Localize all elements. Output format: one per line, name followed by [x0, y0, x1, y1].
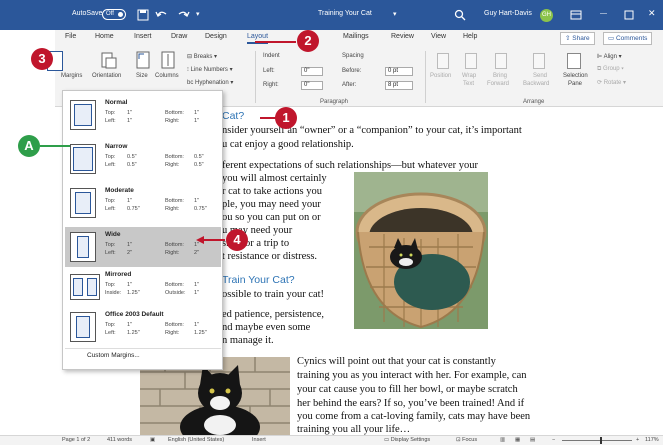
- callout-2: 2: [297, 30, 319, 52]
- zoom-slider[interactable]: [562, 440, 632, 441]
- language-status[interactable]: English (United States): [168, 437, 224, 443]
- focus-button[interactable]: ⊡ Focus: [456, 437, 477, 443]
- web-layout-icon[interactable]: ▤: [530, 437, 535, 443]
- zoom-level[interactable]: 117%: [645, 437, 659, 443]
- proofing-icon[interactable]: ▣: [150, 437, 155, 443]
- zoom-in-icon[interactable]: +: [636, 437, 639, 443]
- page-count[interactable]: Page 1 of 2: [62, 437, 90, 443]
- display-settings-button[interactable]: ▭ Display Settings: [384, 437, 430, 443]
- zoom-out-icon[interactable]: −: [552, 437, 555, 443]
- insert-mode-status[interactable]: Insert: [252, 437, 266, 443]
- callout-lines: [40, 41, 296, 244]
- callout-1: 1: [275, 107, 297, 129]
- word-count[interactable]: 411 words: [107, 437, 132, 443]
- callout-a: A: [18, 135, 40, 157]
- zoom-slider-thumb[interactable]: [600, 437, 602, 444]
- callout-3: 3: [31, 48, 53, 70]
- status-bar: Page 1 of 2 411 words ▣ English (United …: [0, 435, 663, 445]
- display-icon: ▭: [384, 437, 391, 443]
- callout-4-arrowhead: [196, 236, 204, 244]
- read-mode-icon[interactable]: ▥: [500, 437, 505, 443]
- print-layout-icon[interactable]: ▦: [515, 437, 520, 443]
- callout-4: 4: [226, 229, 248, 251]
